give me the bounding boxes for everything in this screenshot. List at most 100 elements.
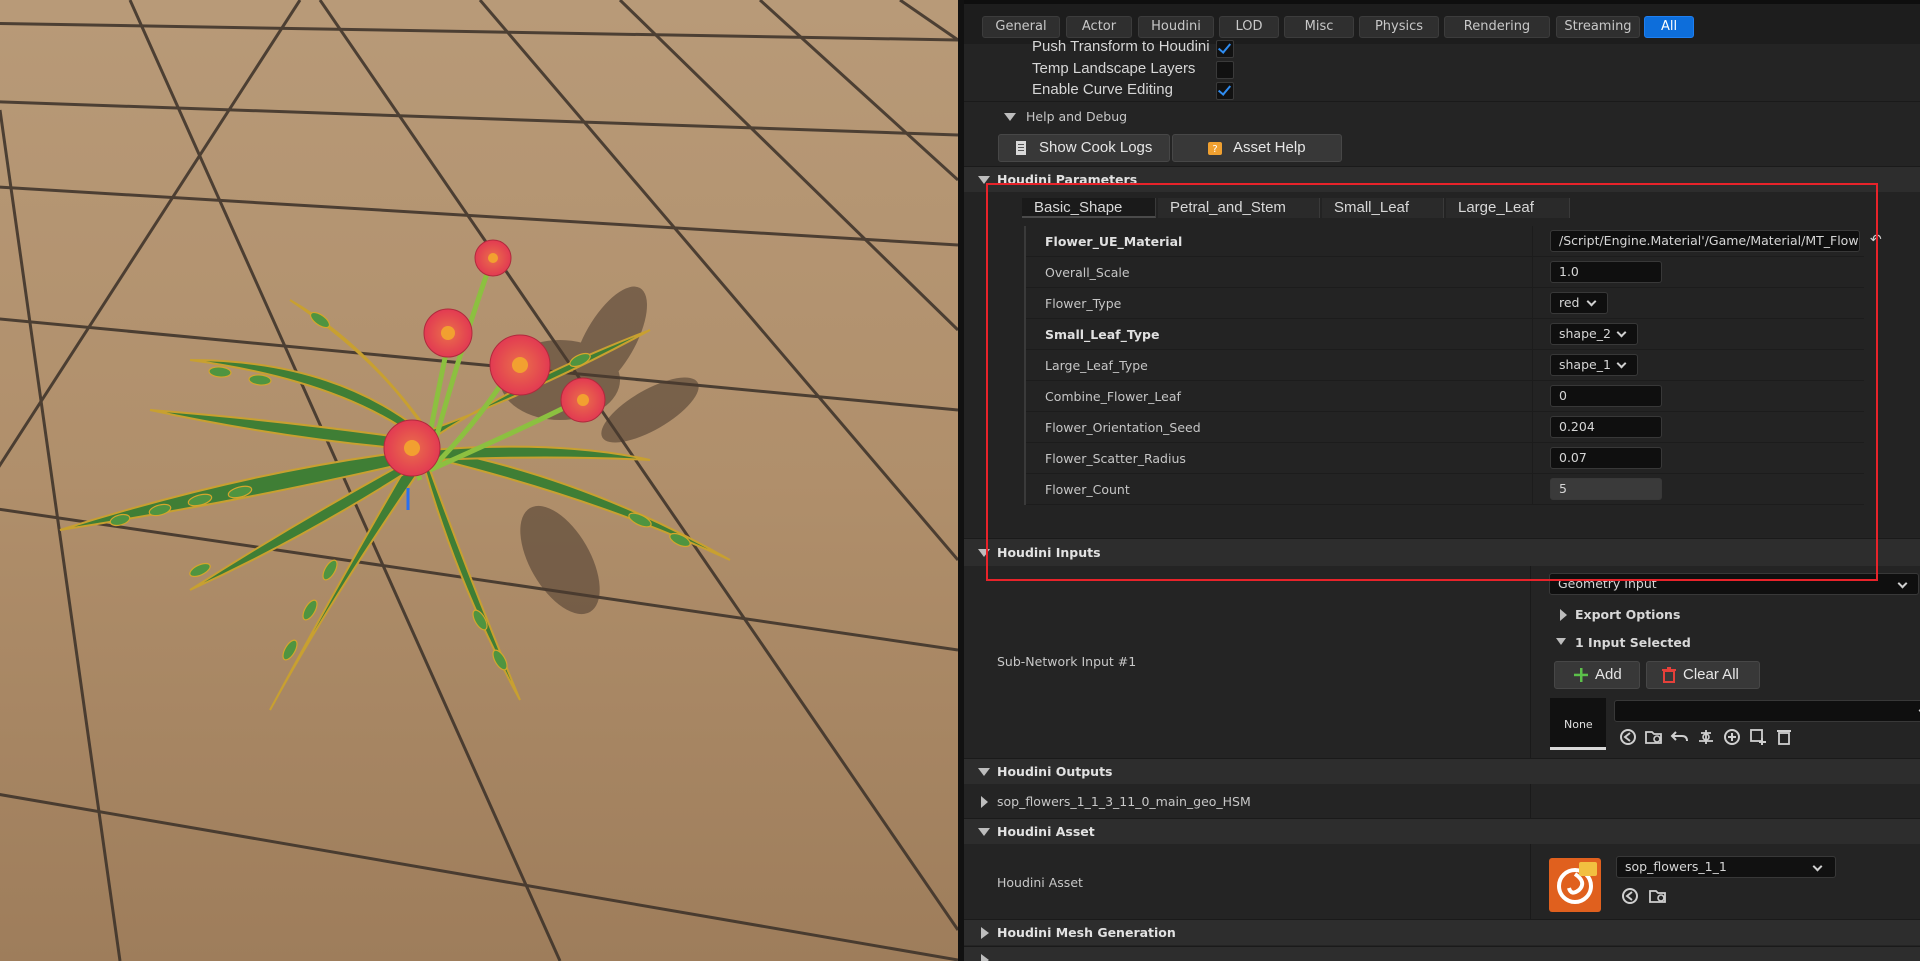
- document-icon: [1016, 141, 1026, 155]
- chevron-down-icon: [1586, 296, 1597, 307]
- sub-network-input-label: Sub-Network Input #1: [997, 654, 1137, 669]
- param-label: Flower_UE_Material: [1045, 234, 1183, 249]
- param-tab-petral-and-stem[interactable]: Petral_and_Stem: [1158, 198, 1320, 218]
- collapse-triangle-icon: [978, 828, 990, 836]
- prop-push-transform-label: Push Transform to Houdini: [1032, 38, 1210, 55]
- param-dropdown-value: red: [1559, 295, 1580, 310]
- param-input[interactable]: /Script/Engine.Material'/Game/Material/M…: [1550, 230, 1860, 252]
- param-dropdown[interactable]: red: [1550, 292, 1608, 314]
- filter-tab-streaming[interactable]: Streaming: [1556, 16, 1640, 38]
- houdini-asset-title: Houdini Asset: [997, 824, 1095, 839]
- viewport-scene: [0, 0, 958, 961]
- level-viewport[interactable]: [0, 0, 958, 961]
- export-options-label: Export Options: [1575, 607, 1681, 622]
- temp-landscape-checkbox[interactable]: [1216, 61, 1234, 79]
- param-label: Flower_Orientation_Seed: [1045, 420, 1201, 435]
- param-tab-large-leaf[interactable]: Large_Leaf: [1446, 198, 1570, 218]
- help-book-icon: ?: [1208, 142, 1222, 155]
- chevron-down-icon: [1897, 578, 1908, 589]
- clear-all-label: Clear All: [1683, 666, 1739, 683]
- param-label: Combine_Flower_Leaf: [1045, 389, 1181, 404]
- expand-triangle-icon: [981, 954, 989, 961]
- chevron-down-icon: [1616, 327, 1627, 338]
- add-input-button[interactable]: Add: [1554, 661, 1640, 689]
- param-tab-small-leaf[interactable]: Small_Leaf: [1322, 198, 1444, 218]
- output-item-row[interactable]: sop_flowers_1_1_3_11_0_main_geo_HSM: [964, 784, 1920, 818]
- show-cook-logs-button[interactable]: Show Cook Logs: [998, 134, 1170, 162]
- insert-icon[interactable]: [1748, 727, 1768, 747]
- param-value: /Script/Engine.Material'/Game/Material/M…: [1559, 233, 1860, 248]
- input-type-dropdown[interactable]: Geometry Input: [1549, 573, 1919, 595]
- param-row-flower-ue-material: Flower_UE_Material/Script/Engine.Materia…: [1024, 226, 1882, 257]
- reset-to-default-icon[interactable]: ↶: [1870, 232, 1882, 248]
- use-selected-icon[interactable]: [1620, 886, 1640, 906]
- houdini-asset-thumbnail-icon[interactable]: [1549, 858, 1601, 912]
- houdini-asset-row: Houdini Asset sop_flowers_1_1: [964, 844, 1920, 922]
- thumbnail-none-label: None: [1564, 718, 1593, 731]
- param-input[interactable]: 0.07: [1550, 447, 1662, 469]
- expand-triangle-icon: [1560, 609, 1567, 621]
- asset-help-button[interactable]: ? Asset Help: [1172, 134, 1342, 162]
- export-options-row[interactable]: Export Options: [964, 604, 1920, 626]
- param-tab-basic-shape[interactable]: Basic_Shape: [1022, 198, 1156, 218]
- param-label: Flower_Count: [1045, 482, 1130, 497]
- next-section-header[interactable]: [964, 946, 1920, 961]
- add-circle-icon[interactable]: [1722, 727, 1742, 747]
- help-debug-header[interactable]: Help and Debug: [964, 102, 1920, 132]
- param-input[interactable]: 0: [1550, 385, 1662, 407]
- param-row-flower-count: Flower_Count 5: [1024, 474, 1864, 505]
- filter-tab-general[interactable]: General: [982, 16, 1060, 38]
- push-transform-checkbox[interactable]: [1216, 40, 1234, 58]
- browse-folder-icon[interactable]: [1648, 886, 1668, 906]
- input-selected-row[interactable]: 1 Input Selected: [964, 632, 1920, 654]
- transform-gizmo-icon[interactable]: [1696, 727, 1716, 747]
- param-label: Flower_Scatter_Radius: [1045, 451, 1186, 466]
- details-panel: General Actor Houdini LOD Misc Physics Renderi…: [958, 0, 1920, 961]
- param-dropdown[interactable]: shape_2: [1550, 323, 1638, 345]
- filter-tab-physics[interactable]: Physics: [1359, 16, 1439, 38]
- filter-tab-all[interactable]: All: [1644, 16, 1694, 38]
- param-input[interactable]: 1.0: [1550, 261, 1662, 283]
- param-dropdown[interactable]: shape_1: [1550, 354, 1638, 376]
- enable-curve-checkbox[interactable]: [1216, 82, 1234, 100]
- houdini-mesh-generation-title: Houdini Mesh Generation: [997, 925, 1176, 940]
- param-value: 0: [1559, 388, 1567, 403]
- houdini-outputs-header[interactable]: Houdini Outputs: [964, 758, 1920, 784]
- houdini-asset-header[interactable]: Houdini Asset: [964, 818, 1920, 844]
- collapse-triangle-icon: [1556, 638, 1566, 645]
- chevron-down-icon: [1812, 861, 1823, 872]
- chevron-down-icon: [1616, 358, 1627, 369]
- filter-tab-lod[interactable]: LOD: [1219, 16, 1279, 38]
- delete-icon[interactable]: [1774, 727, 1794, 747]
- transform-props: Push Transform to Houdini Temp Landscape…: [964, 38, 1920, 100]
- param-row-large-leaf-type: Large_Leaf_Type shape_1: [1024, 350, 1864, 381]
- param-row-flower-type: Flower_Type red: [1024, 288, 1864, 319]
- use-selected-icon[interactable]: [1618, 727, 1638, 747]
- param-value: 1.0: [1559, 264, 1579, 279]
- undo-icon[interactable]: [1670, 727, 1690, 747]
- houdini-mesh-generation-header[interactable]: Houdini Mesh Generation: [964, 919, 1920, 945]
- houdini-asset-dropdown[interactable]: sop_flowers_1_1: [1616, 856, 1836, 878]
- houdini-outputs-title: Houdini Outputs: [997, 764, 1113, 779]
- input-selected-label: 1 Input Selected: [1575, 635, 1691, 650]
- param-value: 0.204: [1559, 419, 1595, 434]
- houdini-parameters-header[interactable]: Houdini Parameters: [964, 166, 1920, 192]
- input-thumbnail[interactable]: None: [1550, 698, 1606, 750]
- houdini-inputs-header[interactable]: Houdini Inputs: [964, 538, 1920, 566]
- add-input-label: Add: [1595, 666, 1622, 683]
- svg-text:?: ?: [1212, 144, 1217, 155]
- param-label: Large_Leaf_Type: [1045, 358, 1148, 373]
- param-row-flower-orientation-seed: Flower_Orientation_Seed 0.204: [1024, 412, 1864, 443]
- browse-folder-icon[interactable]: [1644, 727, 1664, 747]
- filter-tab-misc[interactable]: Misc: [1284, 16, 1354, 38]
- param-input[interactable]: 0.204: [1550, 416, 1662, 438]
- input-object-picker[interactable]: [1614, 700, 1920, 722]
- filter-tab-actor[interactable]: Actor: [1066, 16, 1132, 38]
- output-item-label: sop_flowers_1_1_3_11_0_main_geo_HSM: [997, 794, 1251, 809]
- param-slider[interactable]: 5: [1550, 478, 1662, 500]
- filter-tab-houdini[interactable]: Houdini: [1138, 16, 1214, 38]
- clear-all-button[interactable]: Clear All: [1646, 661, 1760, 689]
- param-row-overall-scale: Overall_Scale 1.0: [1024, 257, 1864, 288]
- filter-tab-rendering[interactable]: Rendering: [1444, 16, 1550, 38]
- trash-icon: [1662, 667, 1676, 683]
